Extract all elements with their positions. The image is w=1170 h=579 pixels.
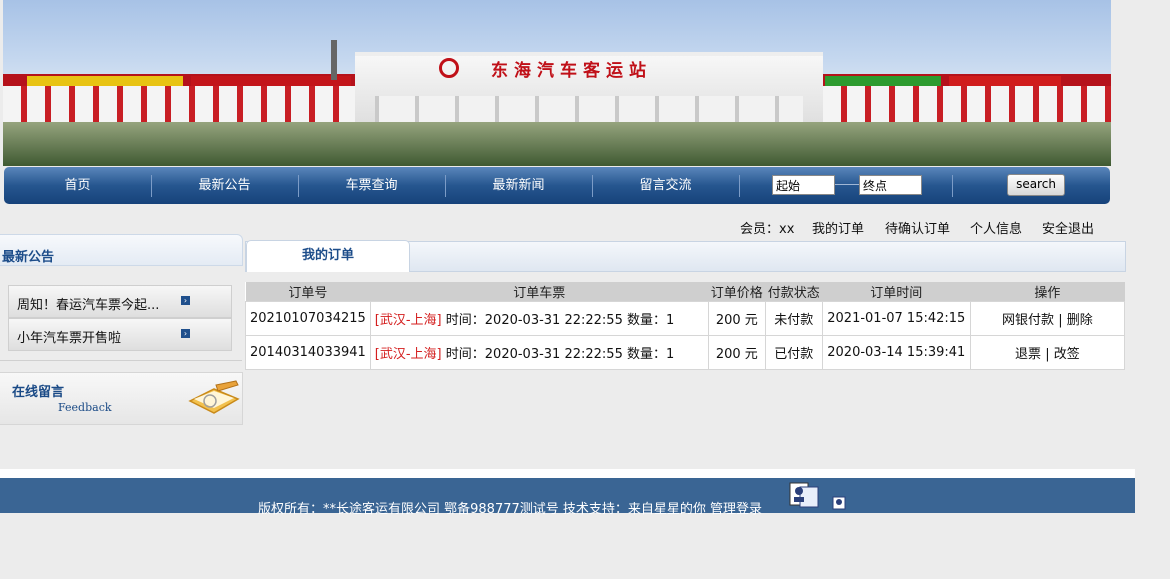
order-actions: 网银付款 | 删除 (969, 301, 1126, 336)
copyright-text: 版权所有：**长途客运有限公司 鄂备988777测试号 技术支持：来自星星的你 (258, 502, 706, 517)
order-price: 200 元 (707, 301, 766, 336)
order-id: 20210107034215 (245, 301, 371, 336)
sidebar-header: 最新公告 (0, 234, 243, 266)
admin-card-icon (789, 482, 819, 508)
col-status: 付款状态 (765, 282, 823, 302)
orders-table: 订单号 订单车票 订单价格 付款状态 订单时间 操作 2021010703421… (245, 282, 1126, 370)
nav-home[interactable]: 首页 (4, 167, 151, 204)
change-ticket-link[interactable]: 改签 (1054, 347, 1080, 362)
nav-ticket-query[interactable]: 车票查询 (298, 167, 445, 204)
chevron-right-icon: › (181, 296, 190, 305)
announcement-title: 周知！春运汽车票今起... (17, 298, 160, 313)
header-banner: 东海汽车客运站 (3, 0, 1111, 166)
feedback-link[interactable]: 在线留言 Feedback (0, 372, 243, 425)
logout-link[interactable]: 安全退出 (1042, 218, 1094, 237)
refund-link[interactable]: 退票 (1015, 347, 1041, 362)
order-status: 未付款 (764, 301, 823, 336)
nav-news[interactable]: 最新新闻 (445, 167, 592, 204)
announcement-list: 周知！春运汽车票今起... › 小年汽车票开售啦 › (0, 270, 242, 361)
pay-online-link[interactable]: 网银付款 (1002, 313, 1054, 328)
order-ticket: [武汉-上海] 时间：2020-03-31 22:22:55 数量：1 (369, 301, 709, 336)
nav-announcements[interactable]: 最新公告 (151, 167, 298, 204)
pending-orders-link[interactable]: 待确认订单 (885, 218, 950, 237)
announcement-item[interactable]: 小年汽车票开售啦 › (8, 318, 232, 351)
feedback-label-en: Feedback (58, 401, 112, 414)
order-status: 已付款 (764, 335, 823, 370)
col-price: 订单价格 (708, 282, 766, 302)
table-row: 20210107034215 [武汉-上海] 时间：2020-03-31 22:… (245, 301, 1126, 336)
feedback-label: 在线留言 (12, 385, 65, 400)
route-text: [武汉-上海] (374, 313, 442, 328)
tab-my-orders[interactable]: 我的订单 (246, 240, 410, 272)
announcement-item[interactable]: 周知！春运汽车票今起... › (8, 285, 232, 318)
search-button[interactable]: search (1007, 174, 1065, 196)
order-id: 20140314033941 (245, 335, 371, 370)
announcement-title: 小年汽车票开售啦 (17, 331, 122, 346)
footer: 版权所有：**长途客运有限公司 鄂备988777测试号 技术支持：来自星星的你 … (0, 478, 1135, 517)
banner-title: 东海汽车客运站 (491, 61, 652, 81)
book-pen-icon (188, 380, 240, 414)
delete-link[interactable]: 删除 (1067, 313, 1093, 328)
station-logo-icon (439, 58, 459, 78)
tab-bar: 我的订单 (245, 240, 1126, 272)
col-ticket: 订单车票 (370, 282, 709, 302)
col-actions: 操作 (970, 282, 1125, 302)
order-ticket: [武汉-上海] 时间：2020-03-31 22:22:55 数量：1 (369, 335, 709, 370)
admin-login-link[interactable]: 管理登录 (710, 502, 762, 517)
sidebar-title: 最新公告 (2, 250, 55, 265)
nav-messages[interactable]: 留言交流 (592, 167, 739, 204)
order-actions: 退票 | 改签 (969, 335, 1126, 370)
action-separator: | (1054, 313, 1067, 328)
ticket-detail: 时间：2020-03-31 22:22:55 数量：1 (441, 347, 675, 362)
table-header-row: 订单号 订单车票 订单价格 付款状态 订单时间 操作 (245, 282, 1125, 302)
order-price: 200 元 (707, 335, 766, 370)
col-time: 订单时间 (822, 282, 971, 302)
main-nav: 首页 最新公告 车票查询 最新新闻 留言交流 search (4, 167, 1110, 204)
small-card-icon (832, 496, 846, 510)
end-station-input[interactable] (859, 175, 922, 195)
col-order-id: 订单号 (245, 282, 371, 302)
start-station-input[interactable] (772, 175, 835, 195)
profile-link[interactable]: 个人信息 (970, 218, 1022, 237)
order-time: 2020-03-14 15:39:41 (821, 335, 971, 370)
action-separator: | (1041, 347, 1054, 362)
member-label: 会员：xx (740, 222, 795, 237)
order-time: 2021-01-07 15:42:15 (821, 301, 971, 336)
route-text: [武汉-上海] (374, 347, 442, 362)
chevron-right-icon: › (181, 329, 190, 338)
table-row: 20140314033941 [武汉-上海] 时间：2020-03-31 22:… (245, 335, 1126, 370)
my-orders-link[interactable]: 我的订单 (812, 218, 864, 237)
ticket-detail: 时间：2020-03-31 22:22:55 数量：1 (441, 313, 675, 328)
